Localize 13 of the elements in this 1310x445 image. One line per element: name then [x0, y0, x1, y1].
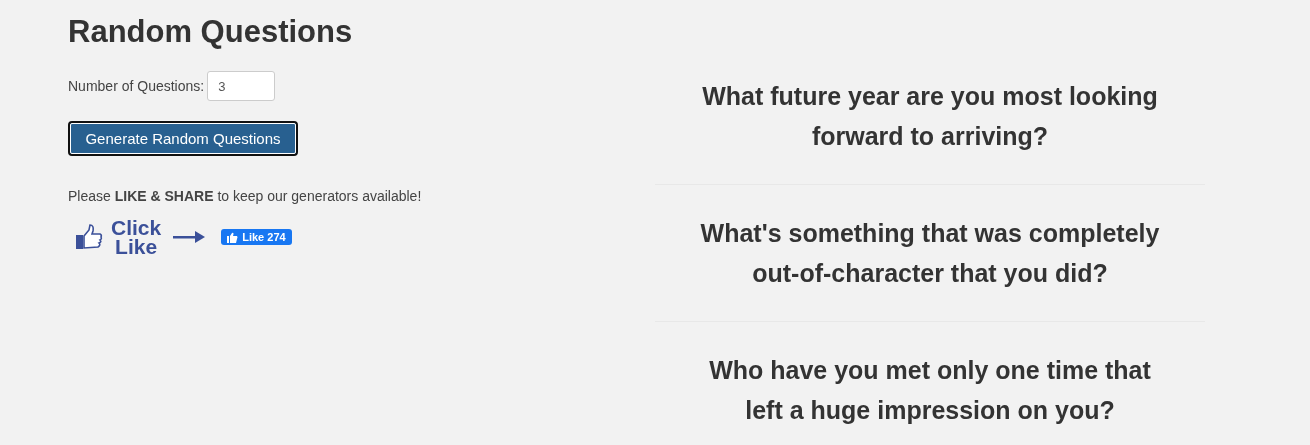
count-label: Number of Questions:	[68, 78, 205, 94]
question-text: What's something that was completely out-of-character that you did?	[699, 218, 1161, 289]
question-text: What future year are you most looking forward to arriving?	[701, 81, 1159, 152]
page-title: Random Questions	[68, 14, 353, 50]
generate-button[interactable]: Generate Random Questions	[68, 121, 298, 156]
share-note: Please LIKE & SHARE to keep our generators available!	[68, 188, 422, 204]
click-like-text: Click Like	[111, 218, 162, 256]
thumbs-up-icon	[75, 224, 103, 250]
thumbs-up-icon	[227, 231, 239, 243]
like-button[interactable]: Like 274	[221, 229, 292, 245]
count-field[interactable]: 3	[207, 71, 276, 101]
question-text: Who have you met only one time that left a huge impression on you?	[708, 355, 1152, 426]
right-arrow-icon	[173, 231, 206, 243]
